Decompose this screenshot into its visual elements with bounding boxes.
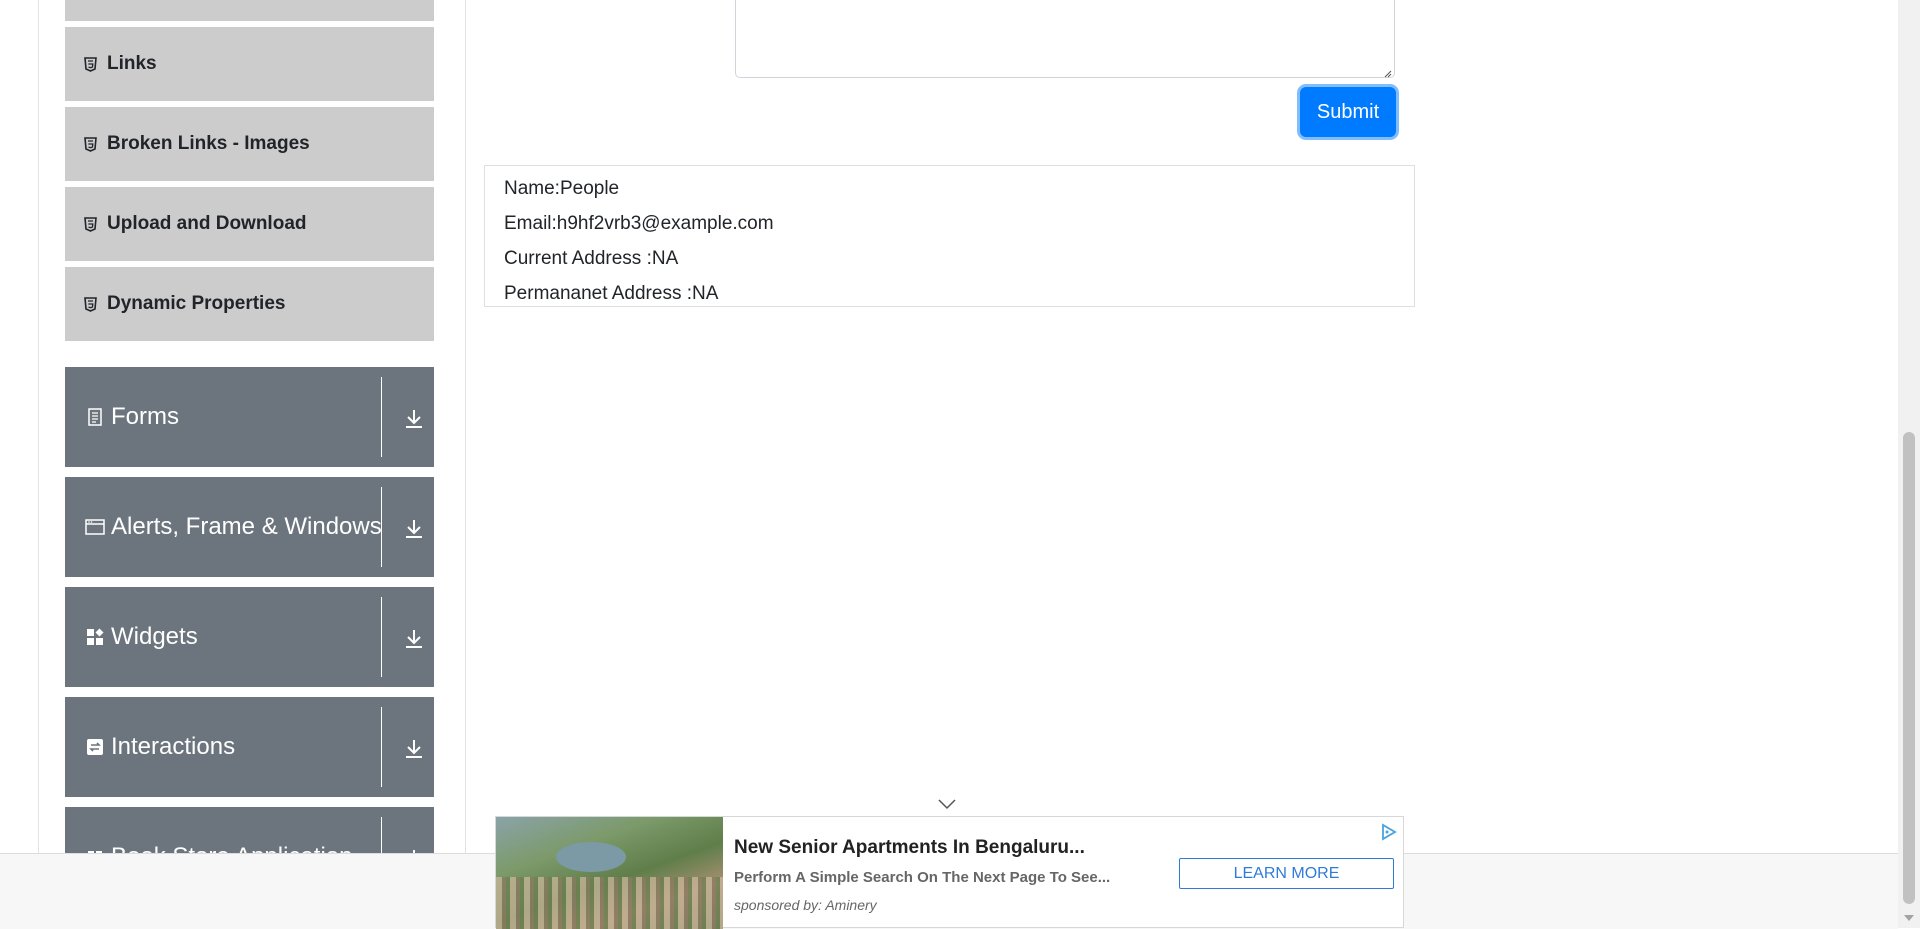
scrollbar-thumb[interactable]	[1903, 432, 1915, 904]
sidebar-item-label: Links	[107, 53, 157, 74]
sidebar-item-links[interactable]: Links	[65, 27, 434, 104]
sidebar-item-upload-download[interactable]: Upload and Download	[65, 187, 434, 264]
sidebar-item-label: Dynamic Properties	[107, 293, 286, 314]
download-icon[interactable]	[403, 737, 425, 759]
group-label: Alerts, Frame & Windows	[111, 513, 382, 540]
form-icon	[85, 407, 105, 427]
sidebar-item-label: Upload and Download	[107, 213, 307, 234]
download-icon[interactable]	[403, 407, 425, 429]
resize-grip-icon[interactable]	[1382, 65, 1392, 78]
group-divider	[381, 597, 382, 677]
ad-title[interactable]: New Senior Apartments In Bengaluru...	[734, 837, 1085, 859]
download-icon[interactable]	[403, 627, 425, 649]
submit-button[interactable]: Submit	[1300, 87, 1396, 137]
output-current-address: Current Address :NA	[504, 248, 679, 269]
sidebar-item-label: Broken Links - Images	[107, 133, 310, 154]
group-label: Forms	[111, 403, 179, 430]
divider	[38, 0, 39, 853]
group-alerts-frame-windows[interactable]: Alerts, Frame & Windows	[65, 477, 434, 577]
sidebar-item-broken-links[interactable]: Broken Links - Images	[65, 107, 434, 184]
window-icon	[85, 517, 105, 537]
output-permanent-address: Permananet Address :NA	[504, 283, 719, 304]
group-divider	[381, 707, 382, 787]
output-panel: Name:People Email:h9hf2vrb3@example.com …	[484, 165, 1415, 307]
left-panel: Links Broken Links - Images Upload and D…	[0, 0, 466, 907]
ad-sponsor: sponsored by: Aminery	[734, 897, 877, 913]
group-widgets[interactable]: Widgets	[65, 587, 434, 687]
ad-image[interactable]	[496, 817, 723, 929]
ad-banner[interactable]: New Senior Apartments In Bengaluru... Pe…	[495, 816, 1404, 929]
interactions-icon	[85, 737, 105, 757]
ad-description: Perform A Simple Search On The Next Page…	[734, 869, 1111, 886]
html5-icon	[83, 56, 97, 72]
html5-icon	[83, 136, 97, 152]
sidebar-item-dynamic-properties[interactable]: Dynamic Properties	[65, 267, 434, 344]
html5-icon	[83, 296, 97, 312]
learn-more-button[interactable]: LEARN MORE	[1179, 858, 1394, 889]
output-name: Name:People	[504, 178, 620, 199]
download-icon[interactable]	[403, 517, 425, 539]
permanent-address-textarea[interactable]	[735, 0, 1395, 78]
group-label: Widgets	[111, 623, 198, 650]
adchoices-icon[interactable]	[1380, 823, 1398, 841]
sidebar-item-partial[interactable]	[65, 0, 434, 24]
widgets-icon	[85, 627, 105, 647]
chevron-down-icon[interactable]	[937, 797, 957, 811]
group-divider	[381, 377, 382, 457]
page-scrollbar[interactable]	[1898, 0, 1920, 928]
group-divider	[381, 487, 382, 567]
group-interactions[interactable]: Interactions	[65, 697, 434, 797]
output-email: Email:h9hf2vrb3@example.com	[504, 213, 774, 234]
html5-icon	[83, 216, 97, 232]
scroll-down-icon[interactable]	[1903, 910, 1915, 921]
group-label: Interactions	[111, 733, 236, 760]
group-forms[interactable]: Forms	[65, 367, 434, 467]
